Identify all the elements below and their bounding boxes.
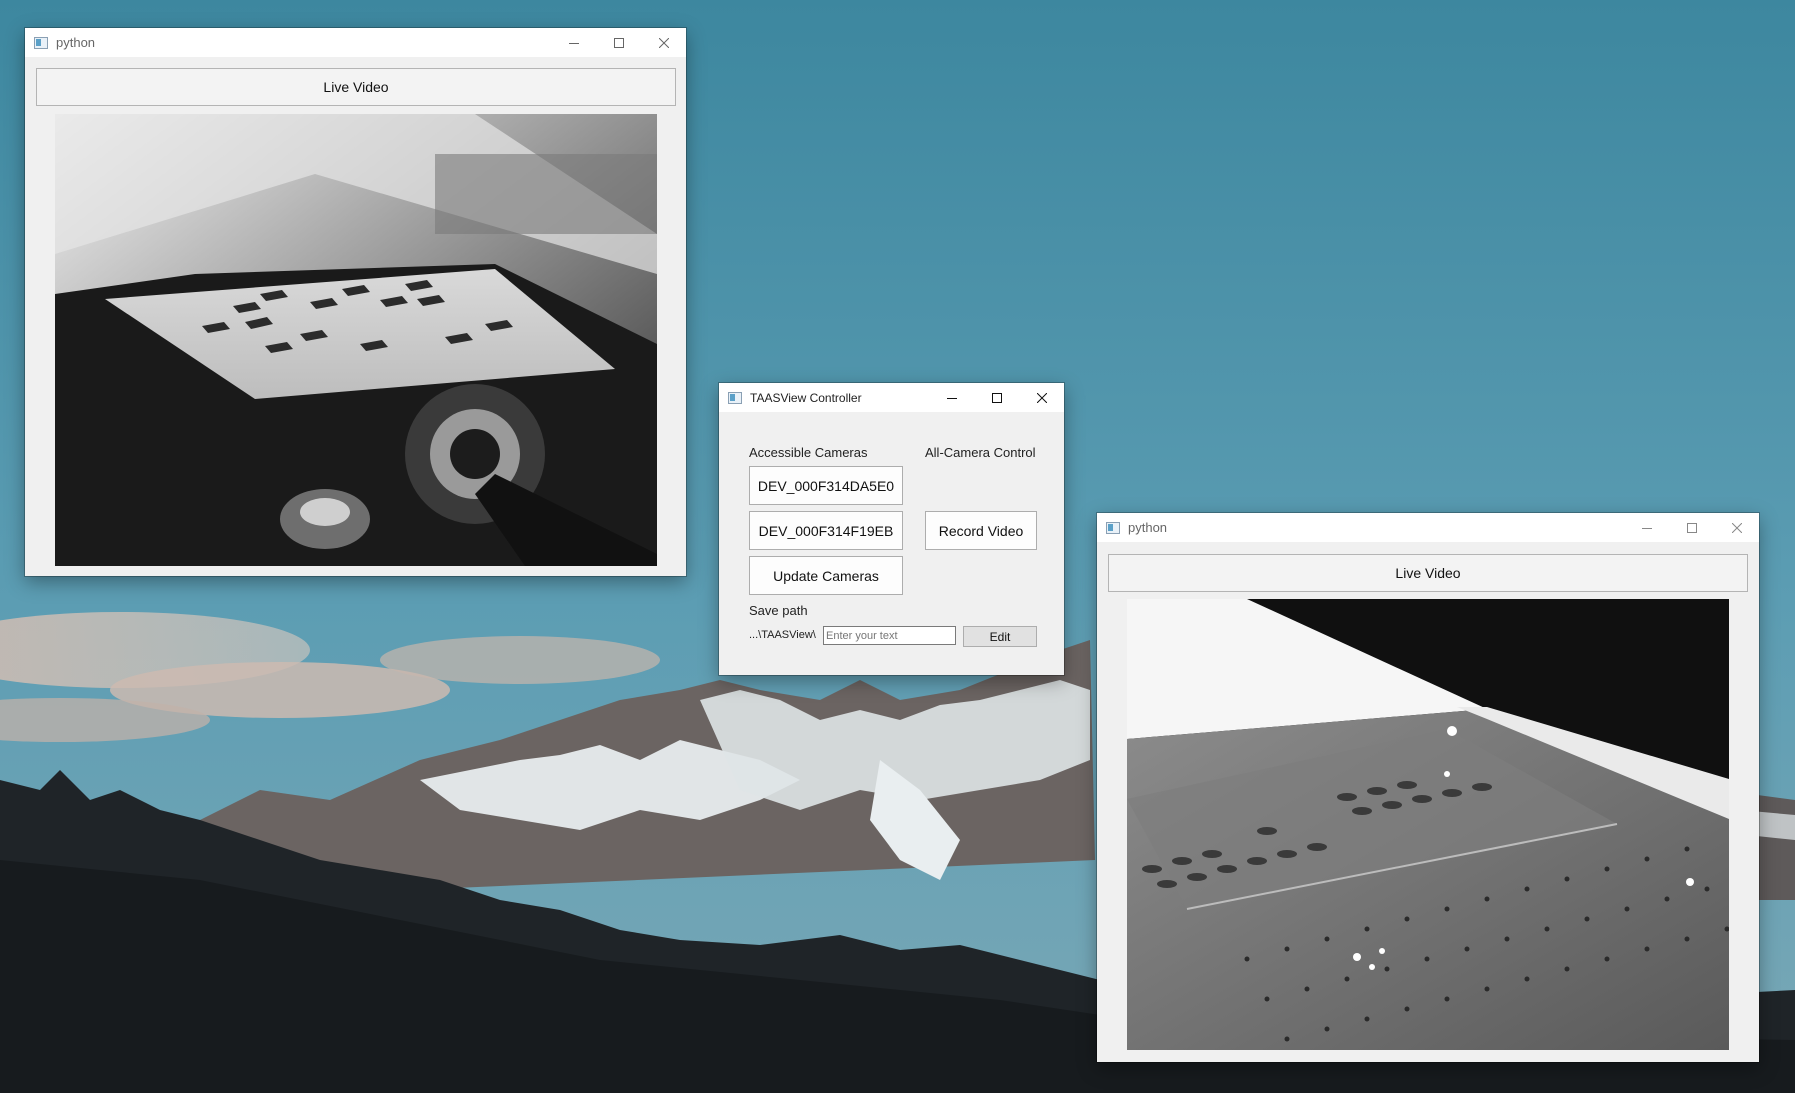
title-bar[interactable]: python <box>25 28 686 57</box>
live-video-button[interactable]: Live Video <box>36 68 676 106</box>
edit-button[interactable]: Edit <box>963 626 1037 647</box>
record-video-button[interactable]: Record Video <box>925 511 1037 550</box>
maximize-icon[interactable] <box>1669 513 1714 542</box>
python-window-left: python Live Video <box>25 28 686 576</box>
title-bar[interactable]: python <box>1097 513 1759 542</box>
maximize-icon[interactable] <box>596 28 641 57</box>
camera-button-1[interactable]: DEV_000F314DA5E0 <box>749 466 903 505</box>
update-cameras-button[interactable]: Update Cameras <box>749 556 903 595</box>
minimize-icon[interactable] <box>551 28 596 57</box>
close-icon[interactable] <box>1714 513 1759 542</box>
python-app-icon <box>728 391 742 404</box>
save-path-input[interactable] <box>823 626 956 645</box>
all-camera-control-label: All-Camera Control <box>925 445 1036 460</box>
controller-window: TAASView Controller Accessible Cameras A… <box>719 383 1064 675</box>
close-icon[interactable] <box>1019 383 1064 412</box>
camera-feed-left <box>55 114 657 566</box>
accessible-cameras-label: Accessible Cameras <box>749 445 868 460</box>
window-title: python <box>56 35 96 50</box>
python-app-icon <box>34 36 48 49</box>
minimize-icon[interactable] <box>929 383 974 412</box>
python-window-right: python Live Video <box>1097 513 1759 1062</box>
save-path-label: Save path <box>749 603 808 618</box>
camera-feed-right <box>1127 599 1729 1050</box>
python-app-icon <box>1106 521 1120 534</box>
minimize-icon[interactable] <box>1624 513 1669 542</box>
maximize-icon[interactable] <box>974 383 1019 412</box>
window-title: python <box>1128 520 1168 535</box>
title-bar[interactable]: TAASView Controller <box>719 383 1064 412</box>
live-video-button[interactable]: Live Video <box>1108 554 1748 592</box>
save-path-value: ...\TAASView\ <box>749 629 816 641</box>
camera-button-2[interactable]: DEV_000F314F19EB <box>749 511 903 550</box>
close-icon[interactable] <box>641 28 686 57</box>
window-title: TAASView Controller <box>750 390 862 405</box>
